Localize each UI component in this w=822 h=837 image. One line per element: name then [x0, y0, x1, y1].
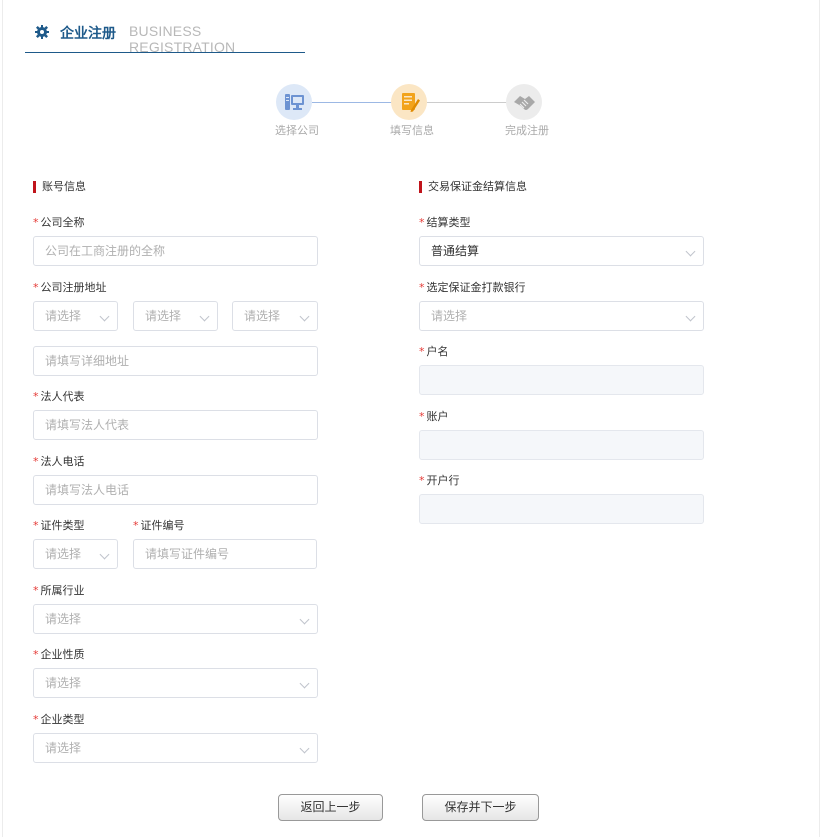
type-label: * 企业类型	[33, 713, 85, 726]
step-1-circle	[276, 84, 312, 120]
chevron-down-icon	[99, 311, 110, 322]
section-title-account: 账号信息	[33, 181, 86, 193]
back-button[interactable]: 返回上一步	[278, 794, 383, 821]
step-2-label: 填写信息	[390, 124, 434, 137]
step-connector-2	[427, 102, 507, 103]
city-select[interactable]: 请选择	[133, 301, 218, 331]
chevron-down-icon	[685, 246, 696, 257]
id-number-label: * 证件编号	[133, 519, 185, 532]
chevron-down-icon	[99, 549, 110, 560]
step-1-label: 选择公司	[275, 124, 319, 137]
nature-select[interactable]: 请选择	[33, 668, 318, 698]
section-title-settlement: 交易保证金结算信息	[419, 181, 527, 193]
chevron-down-icon	[685, 311, 696, 322]
account-no-label: * 账户	[419, 410, 449, 423]
id-type-label: * 证件类型	[33, 519, 85, 532]
settle-type-select[interactable]: 普通结算	[419, 236, 704, 266]
gear-icon	[35, 25, 49, 39]
chevron-down-icon	[299, 678, 310, 689]
step-2-circle	[391, 84, 427, 120]
legal-phone-label: * 法人电话	[33, 455, 85, 468]
account-name-input	[419, 365, 704, 395]
legal-rep-input[interactable]: 请填写法人代表	[33, 410, 318, 440]
industry-select[interactable]: 请选择	[33, 604, 318, 634]
chevron-down-icon	[299, 311, 310, 322]
nature-label: * 企业性质	[33, 648, 85, 661]
bank-branch-input	[419, 494, 704, 524]
step-connector-1	[312, 102, 392, 103]
province-select[interactable]: 请选择	[33, 301, 118, 331]
detail-address-input[interactable]: 请填写详细地址	[33, 346, 318, 376]
id-type-select[interactable]: 请选择	[33, 539, 118, 569]
chevron-down-icon	[299, 743, 310, 754]
step-3-label: 完成注册	[505, 124, 549, 137]
id-number-input[interactable]: 请填写证件编号	[133, 539, 317, 569]
bank-select[interactable]: 请选择	[419, 301, 704, 331]
registration-tab: 企业注册 BUSINESS REGISTRATION	[25, 14, 305, 55]
handshake-icon	[514, 96, 535, 110]
chevron-down-icon	[199, 311, 210, 322]
chevron-down-icon	[299, 614, 310, 625]
account-name-label: * 户名	[419, 345, 449, 358]
district-select[interactable]: 请选择	[232, 301, 318, 331]
type-select[interactable]: 请选择	[33, 733, 318, 763]
computer-icon	[285, 94, 304, 110]
page-subtitle: BUSINESS REGISTRATION	[129, 23, 236, 55]
bank-branch-label: * 开户行	[419, 474, 460, 487]
form-edit-icon	[402, 93, 420, 112]
save-next-button[interactable]: 保存并下一步	[422, 794, 539, 821]
legal-rep-label: * 法人代表	[33, 390, 85, 403]
account-no-input	[419, 430, 704, 460]
company-name-label: * 公司全称	[33, 216, 85, 229]
industry-label: * 所属行业	[33, 584, 85, 597]
page-title: 企业注册	[60, 26, 116, 42]
legal-phone-input[interactable]: 请填写法人电话	[33, 475, 318, 505]
company-name-input[interactable]: 公司在工商注册的全称	[33, 236, 318, 266]
step-3-circle	[506, 84, 542, 120]
address-label: * 公司注册地址	[33, 281, 107, 294]
bank-label: * 选定保证金打款银行	[419, 281, 526, 294]
settle-type-label: * 结算类型	[419, 216, 471, 229]
